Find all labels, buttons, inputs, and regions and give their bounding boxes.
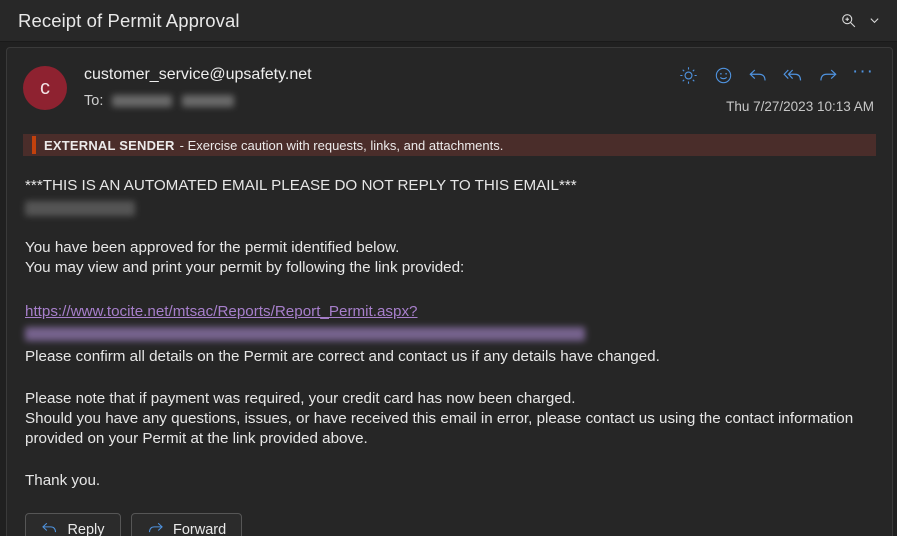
payment-note-line-2: Should you have any questions, issues, o… xyxy=(25,410,854,428)
to-label: To: xyxy=(84,93,104,109)
email-reader-window: Receipt of Permit Approval c customer_se… xyxy=(0,0,897,536)
permit-link-block: https://www.tocite.net/mtsac/Reports/Rep… xyxy=(25,302,874,342)
reply-button-icon xyxy=(41,519,58,536)
forward-button-label: Forward xyxy=(173,521,227,536)
closing-line: Thank you. xyxy=(25,472,101,490)
sender-block: customer_service@upsafety.net To: xyxy=(84,62,312,110)
redacted-recipient-first xyxy=(112,95,173,107)
automated-email-notice: ***THIS IS AN AUTOMATED EMAIL PLEASE DO … xyxy=(25,177,577,194)
sender-address[interactable]: customer_service@upsafety.net xyxy=(84,65,312,85)
approval-line-1: You have been approved for the permit id… xyxy=(25,239,400,257)
payment-note-paragraph: Please note that if payment was required… xyxy=(25,389,874,449)
forward-icon[interactable] xyxy=(817,64,839,86)
avatar: c xyxy=(23,66,67,110)
brightness-icon[interactable] xyxy=(677,64,699,86)
chevron-down-icon[interactable] xyxy=(865,6,883,36)
forward-button-icon xyxy=(147,519,164,536)
external-sender-text: - Exercise caution with requests, links,… xyxy=(179,137,504,153)
zoom-in-icon[interactable] xyxy=(833,6,863,36)
reply-icon[interactable] xyxy=(747,64,769,86)
payment-note-line-1: Please note that if payment was required… xyxy=(25,390,576,408)
recipient-row: To: xyxy=(84,92,312,110)
external-sender-label: EXTERNAL SENDER xyxy=(44,137,175,153)
forward-button[interactable]: Forward xyxy=(131,513,243,536)
reply-button-label: Reply xyxy=(67,521,105,536)
reply-all-icon[interactable] xyxy=(782,64,804,86)
redacted-recipient-second xyxy=(182,95,235,107)
permit-link[interactable]: https://www.tocite.net/mtsac/Reports/Rep… xyxy=(25,303,418,320)
redacted-link-query xyxy=(25,326,585,341)
external-sender-banner: EXTERNAL SENDER - Exercise caution with … xyxy=(23,134,876,156)
message-toolbar: ··· xyxy=(677,62,874,86)
more-options-icon[interactable]: ··· xyxy=(852,62,874,86)
page-title: Receipt of Permit Approval xyxy=(18,9,240,31)
message-action-buttons: Reply Forward xyxy=(19,513,880,536)
approval-line-2: You may view and print your permit by fo… xyxy=(25,259,465,277)
emoji-smiley-icon[interactable] xyxy=(712,64,734,86)
warning-accent-bar xyxy=(32,136,36,154)
message-date: Thu 7/27/2023 10:13 AM xyxy=(726,99,874,114)
message-body: ***THIS IS AN AUTOMATED EMAIL PLEASE DO … xyxy=(19,176,880,491)
redacted-greeting-name xyxy=(25,201,135,216)
titlebar-actions xyxy=(833,6,883,36)
message-card-wrapper: c customer_service@upsafety.net To: ··· … xyxy=(0,42,897,536)
message-actions-block: ··· Thu 7/27/2023 10:13 AM xyxy=(677,62,874,114)
reply-button[interactable]: Reply xyxy=(25,513,121,536)
confirm-details-line: Please confirm all details on the Permit… xyxy=(25,348,660,366)
message-header: c customer_service@upsafety.net To: ··· … xyxy=(19,62,880,114)
message-card: c customer_service@upsafety.net To: ··· … xyxy=(6,47,893,536)
window-titlebar: Receipt of Permit Approval xyxy=(0,0,897,42)
approval-paragraph: You have been approved for the permit id… xyxy=(25,238,874,278)
payment-note-line-3: provided on your Permit at the link prov… xyxy=(25,430,368,448)
